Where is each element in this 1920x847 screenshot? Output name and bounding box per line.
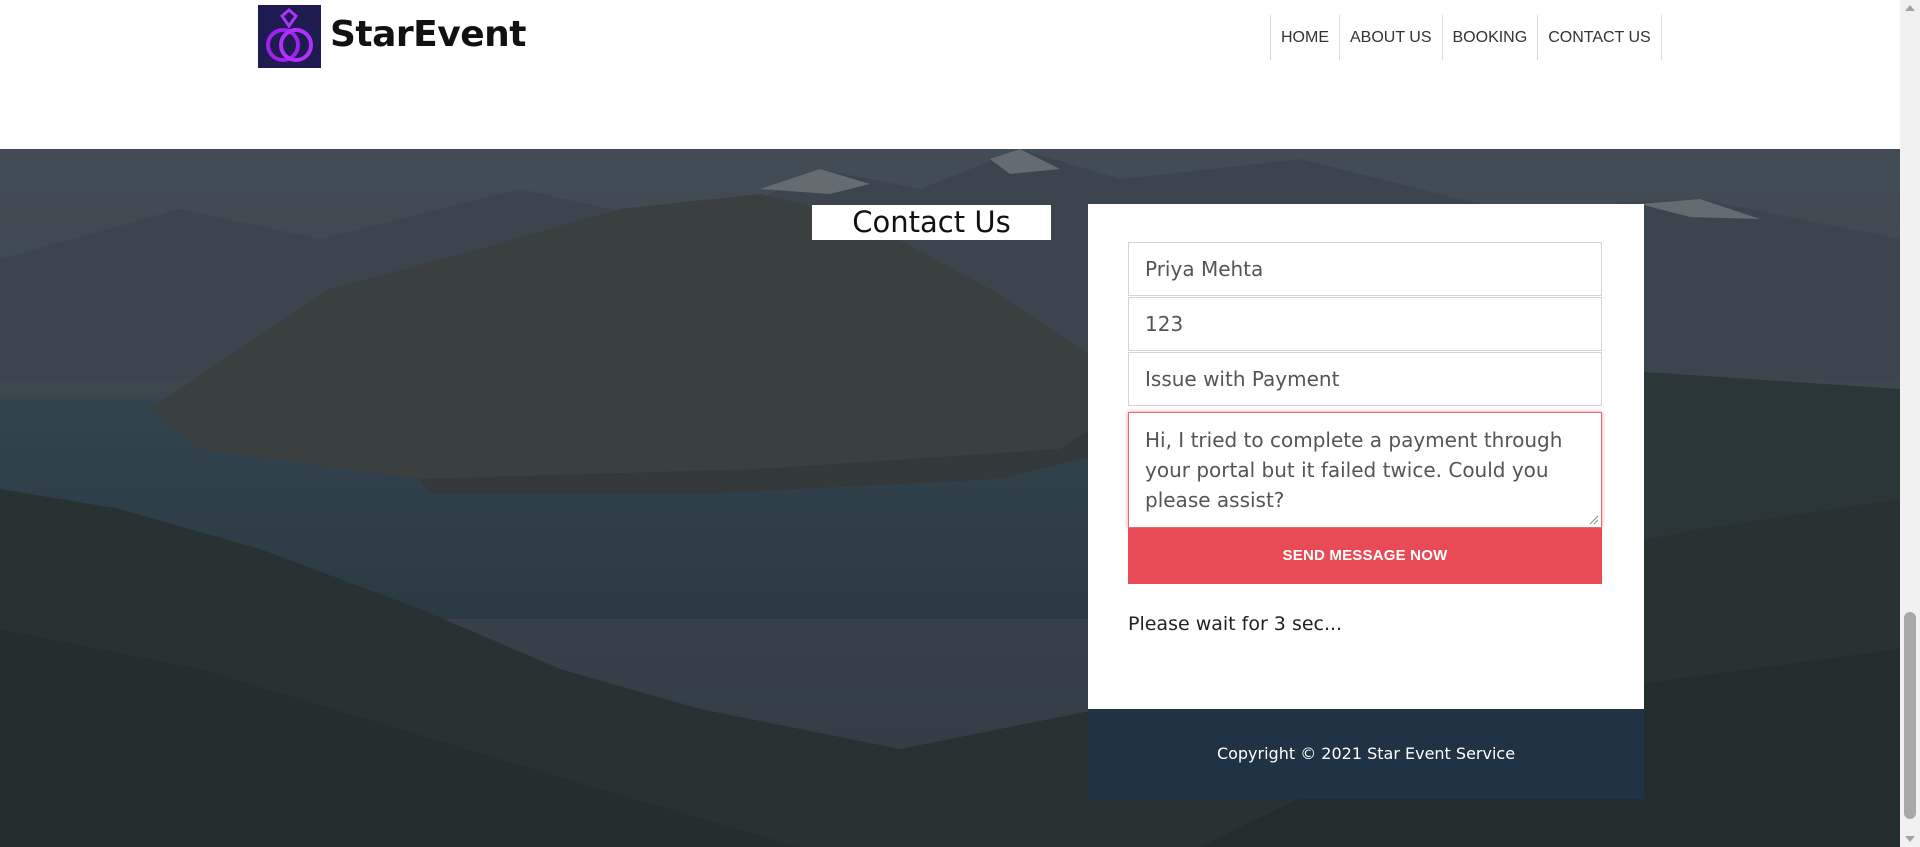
brand-name[interactable]: StarEvent [330, 10, 527, 60]
main-nav: HOME ABOUT US BOOKING CONTACT US [1270, 15, 1662, 60]
message-textarea[interactable]: Hi, I tried to complete a payment throug… [1128, 412, 1602, 528]
scroll-up-arrow-icon[interactable] [1905, 5, 1915, 11]
nav-item-home[interactable]: HOME [1270, 15, 1339, 60]
footer-copyright: Copyright © 2021 Star Event Service [1088, 709, 1644, 799]
nav-item-about-us[interactable]: ABOUT US [1339, 15, 1442, 60]
nav-item-contact-us[interactable]: CONTACT US [1537, 15, 1661, 60]
scroll-down-arrow-icon[interactable] [1905, 836, 1915, 842]
scroll-thumb[interactable] [1904, 612, 1916, 819]
logo[interactable] [258, 5, 321, 68]
contact-form-card: Priya Mehta 123 Issue with Payment Hi, I… [1088, 204, 1644, 709]
status-message: Please wait for 3 sec... [1128, 613, 1343, 635]
send-message-button[interactable]: SEND MESSAGE NOW [1128, 528, 1602, 584]
message-text: Hi, I tried to complete a payment throug… [1145, 428, 1563, 512]
page-scrollbar[interactable] [1900, 0, 1920, 847]
rings-icon [266, 8, 313, 62]
name-field[interactable]: Priya Mehta [1128, 242, 1602, 296]
nav-item-booking[interactable]: BOOKING [1441, 15, 1538, 60]
phone-field[interactable]: 123 [1128, 297, 1602, 351]
page-title: Contact Us [812, 205, 1051, 240]
resize-grip-icon[interactable] [1589, 515, 1599, 525]
subject-field[interactable]: Issue with Payment [1128, 352, 1602, 406]
site-header: StarEvent HOME ABOUT US BOOKING CONTACT … [0, 0, 1900, 149]
